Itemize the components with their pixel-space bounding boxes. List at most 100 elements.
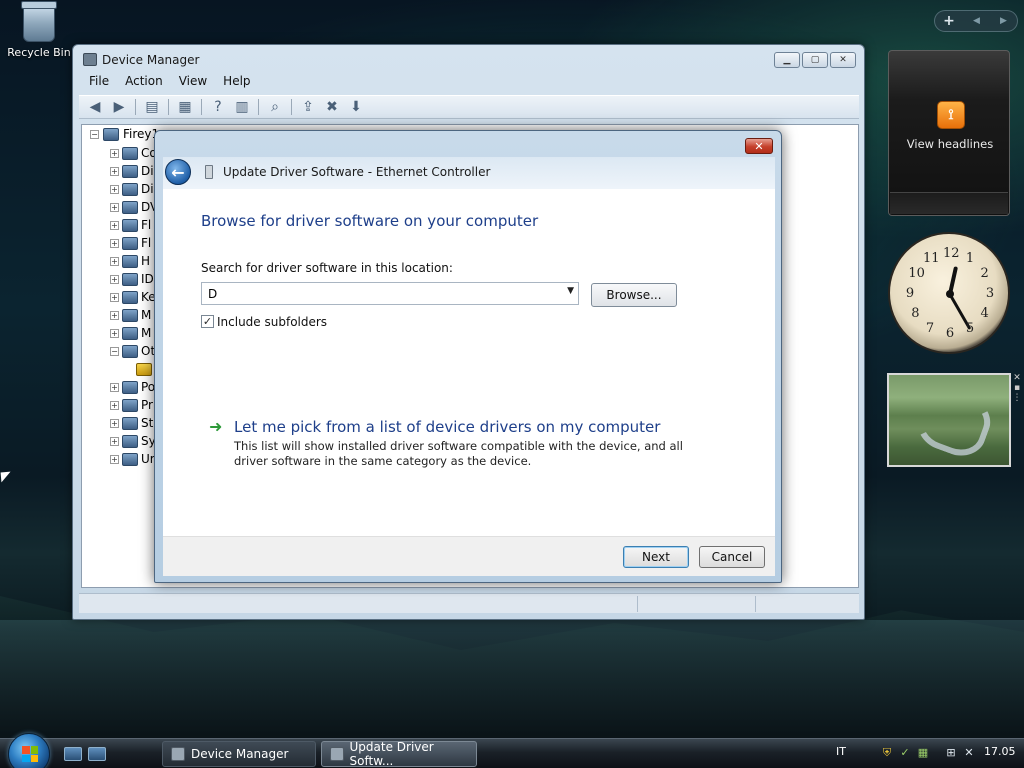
toolbar-separator [291,99,292,115]
expand-toggle[interactable]: + [110,256,119,266]
gadget-prev-icon[interactable]: ◀ [963,16,990,26]
tree-item-system[interactable]: + Sy [110,432,158,450]
safely-remove-icon[interactable]: ✓ [898,746,912,760]
tree-root[interactable]: − Firey1 [90,127,159,141]
security-shield-icon[interactable]: ⛨ [880,746,894,760]
tree-item-monitors[interactable]: + M [110,324,158,342]
menu-help[interactable]: Help [223,74,250,94]
tree-item-floppy-disk[interactable]: + Fl [110,216,158,234]
tree-item-computer[interactable]: + Co [110,144,158,162]
tree-item-usb[interactable]: + Ur [110,450,158,468]
show-hide-icon[interactable]: ▥ [232,98,252,116]
recycle-bin-desktop-icon[interactable]: Recycle Bin [6,1,72,59]
tree-item-hid[interactable]: + H [110,252,158,270]
clock-center [946,290,954,298]
expand-toggle[interactable]: + [110,238,119,248]
dropdown-arrow-icon[interactable]: ▼ [567,286,574,296]
clock-time[interactable]: 17.05 [984,745,1016,758]
volume-muted-icon[interactable]: ✕ [962,746,976,760]
dialog-header: ← Update Driver Software - Ethernet Cont… [163,157,775,189]
back-arrow-icon[interactable]: ◀ [85,98,105,116]
tree-item-disk[interactable]: + Di [110,162,158,180]
expand-toggle[interactable]: + [110,274,119,284]
switch-windows-icon[interactable] [88,747,106,761]
port-icon [122,380,138,394]
gadget-close-icon[interactable]: ✕ [1012,373,1022,383]
include-subfolders-label[interactable]: Include subfolders [217,315,327,329]
disable-icon[interactable]: ⬇ [346,98,366,116]
maximize-button[interactable]: ▢ [802,52,828,68]
forward-arrow-icon[interactable]: ▶ [109,98,129,116]
feed-headlines-gadget[interactable]: ⟟ View headlines [888,50,1010,216]
expand-toggle[interactable]: + [110,328,119,338]
tree-item-storage[interactable]: + St [110,414,158,432]
expand-toggle[interactable]: + [110,400,119,410]
disk-drive-icon [122,164,138,178]
tree-item-processors[interactable]: + Pr [110,396,158,414]
clock-number: 9 [905,286,915,301]
expand-toggle[interactable]: + [110,454,119,464]
collapse-toggle[interactable]: − [110,346,119,356]
tray-app-icon[interactable]: ▦ [916,746,930,760]
network-icon[interactable]: ⊞ [944,746,958,760]
rss-feed-icon: ⟟ [937,101,965,129]
toolbar-separator [258,99,259,115]
tree-item-mice[interactable]: + M [110,306,158,324]
tree-item-floppy-controller[interactable]: + Fl [110,234,158,252]
dialog-close-button[interactable]: ✕ [745,138,773,154]
show-desktop-icon[interactable] [64,747,82,761]
tree-item-other-devices[interactable]: − Ot [110,342,158,360]
green-arrow-icon: ➜ [209,417,223,436]
expand-toggle[interactable]: + [110,220,119,230]
console-tree-icon[interactable]: ▤ [142,98,162,116]
minimize-button[interactable]: ▁ [774,52,800,68]
pick-from-list-link[interactable]: Let me pick from a list of device driver… [234,418,660,436]
help-icon[interactable]: ? [208,98,228,116]
next-button[interactable]: Next [623,546,689,568]
gadget-drag-icon[interactable]: ⋮ [1012,393,1022,403]
expand-toggle[interactable]: + [110,292,119,302]
device-manager-titlebar[interactable]: Device Manager ▁ ▢ ✕ [73,45,864,75]
tree-item-display[interactable]: + Di [110,180,158,198]
tree-item-label: Ur [141,452,155,466]
expand-toggle[interactable]: + [110,382,119,392]
tree-item-ethernet-controller[interactable] [110,360,158,378]
tree-item-keyboards[interactable]: + Ke [110,288,158,306]
expand-toggle[interactable]: + [110,310,119,320]
menu-view[interactable]: View [179,74,207,94]
tree-item-ports[interactable]: + Po [110,378,158,396]
start-button[interactable] [8,733,50,768]
system-device-icon [122,434,138,448]
expand-toggle[interactable]: + [110,202,119,212]
expand-toggle[interactable]: + [110,436,119,446]
properties-icon[interactable]: ▦ [175,98,195,116]
back-button[interactable]: ← [165,159,191,185]
include-subfolders-checkbox[interactable]: ✓ [201,315,214,328]
update-driver-icon[interactable]: ⇪ [298,98,318,116]
clock-gadget[interactable]: 12 1 2 3 4 5 6 7 8 9 10 11 [888,232,1010,354]
expand-toggle[interactable]: + [110,166,119,176]
gadget-options-icon[interactable]: ▪ [1012,383,1022,393]
add-gadget-button[interactable]: + [935,13,963,29]
scan-hardware-icon[interactable]: ⌕ [265,98,285,116]
menu-action[interactable]: Action [125,74,163,94]
close-button[interactable]: ✕ [830,52,856,68]
monitor-icon [122,326,138,340]
expand-toggle[interactable]: + [110,184,119,194]
uninstall-icon[interactable]: ✖ [322,98,342,116]
gadget-next-icon[interactable]: ▶ [990,16,1017,26]
taskbar-update-driver[interactable]: Update Driver Softw... [321,740,477,768]
cancel-button[interactable]: Cancel [699,546,765,568]
taskbar-device-manager[interactable]: Device Manager [162,741,316,767]
collapse-toggle[interactable]: − [90,129,99,139]
expand-toggle[interactable]: + [110,418,119,428]
driver-path-combobox[interactable]: D ▼ [201,282,579,305]
tree-item-dvd[interactable]: + DV [110,198,158,216]
slideshow-gadget[interactable] [887,373,1011,467]
language-indicator[interactable]: IT [836,745,846,758]
view-headlines-label[interactable]: View headlines [889,137,1011,151]
browse-button[interactable]: Browse... [591,283,677,307]
menu-file[interactable]: File [89,74,109,94]
tree-item-ide[interactable]: + ID [110,270,158,288]
expand-toggle[interactable]: + [110,148,119,158]
